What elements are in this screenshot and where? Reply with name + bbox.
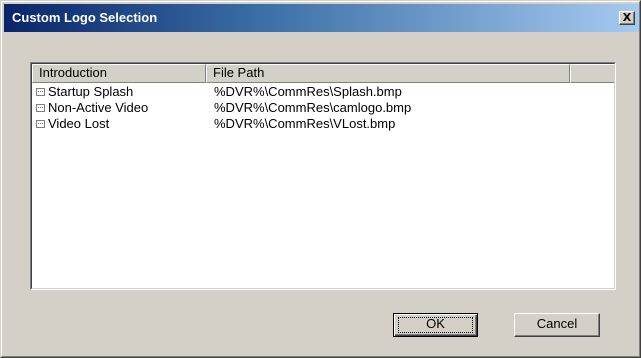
close-icon: X <box>622 11 632 24</box>
item-file-path: %DVR%\CommRes\VLost.bmp <box>214 116 396 131</box>
logo-list-view[interactable]: Introduction File Path Startup Splash %D… <box>30 62 616 290</box>
list-item[interactable]: Non-Active Video %DVR%\CommRes\camlogo.b… <box>32 100 614 116</box>
column-header-file-path[interactable]: File Path <box>206 64 570 83</box>
dialog-frame: Custom Logo Selection X Introduction Fil… <box>1 1 640 357</box>
dialog-window: Custom Logo Selection X Introduction Fil… <box>0 0 641 358</box>
item-introduction: Video Lost <box>48 116 110 131</box>
list-item[interactable]: Video Lost %DVR%\CommRes\VLost.bmp <box>32 116 614 132</box>
column-header-filler <box>570 64 614 83</box>
list-item[interactable]: Startup Splash %DVR%\CommRes\Splash.bmp <box>32 84 614 100</box>
item-introduction: Non-Active Video <box>48 100 149 115</box>
item-file-path: %DVR%\CommRes\Splash.bmp <box>214 84 402 99</box>
column-header-row: Introduction File Path <box>32 64 614 83</box>
ok-button[interactable]: OK <box>393 313 478 337</box>
list-view-inner: Introduction File Path Startup Splash %D… <box>31 63 615 289</box>
list-rows: Startup Splash %DVR%\CommRes\Splash.bmp … <box>32 84 614 132</box>
file-item-icon <box>36 104 45 112</box>
item-file-path: %DVR%\CommRes\camlogo.bmp <box>214 100 412 115</box>
column-header-introduction[interactable]: Introduction <box>32 64 206 83</box>
title-bar[interactable]: Custom Logo Selection X <box>4 4 639 32</box>
file-item-icon <box>36 88 45 96</box>
cancel-button[interactable]: Cancel <box>514 313 600 337</box>
ok-button-label: OK <box>426 316 445 331</box>
window-title: Custom Logo Selection <box>12 10 158 25</box>
close-button[interactable]: X <box>619 11 635 25</box>
item-introduction: Startup Splash <box>48 84 134 99</box>
cancel-button-label: Cancel <box>536 316 578 331</box>
file-item-icon <box>36 120 45 128</box>
